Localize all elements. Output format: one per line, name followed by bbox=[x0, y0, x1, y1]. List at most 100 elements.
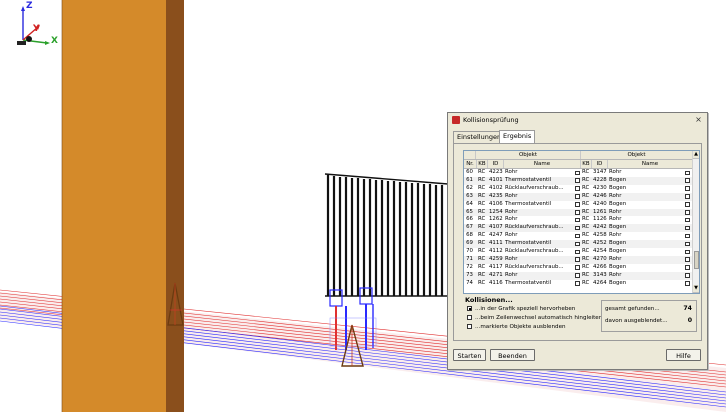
row-checkbox-right[interactable] bbox=[685, 273, 690, 278]
table-cell: RC bbox=[478, 200, 486, 207]
table-row[interactable]: 66 RC 1262 Rohr RC 1126 Rohr bbox=[464, 216, 693, 224]
row-checkbox-right[interactable] bbox=[685, 186, 690, 191]
table-row[interactable]: 71 RC 4259 Rohr RC 4270 Rohr bbox=[464, 255, 693, 264]
row-checkbox-left[interactable] bbox=[575, 249, 580, 254]
table-cell: Bogen bbox=[609, 224, 627, 231]
hidden-label: davon ausgeblendet... bbox=[605, 318, 668, 324]
checkbox-autoscroll[interactable] bbox=[467, 315, 472, 320]
table-row[interactable]: 72 RC 4117 Rücklaufverschraub... RC 4266 Bogen bbox=[464, 264, 693, 272]
row-checkbox-right[interactable] bbox=[685, 210, 690, 215]
table-cell: Rohr bbox=[609, 271, 622, 278]
column-header[interactable]: ID bbox=[592, 160, 608, 168]
row-checkbox-left[interactable] bbox=[575, 186, 580, 191]
results-grid[interactable]: Objekt Objekt Nr. KB ID Name KB ID Name 60 RC 42… bbox=[463, 150, 700, 294]
table-row[interactable]: 73 RC 4271 Rohr RC 3143 Rohr bbox=[464, 271, 693, 280]
table-row[interactable]: 67 RC 4107 Rücklaufverschraub... RC 4242 Bogen bbox=[464, 224, 693, 233]
table-row[interactable]: 64 RC 4106 Thermostatventil RC 4240 Bogen bbox=[464, 201, 693, 209]
row-checkbox-left[interactable] bbox=[575, 202, 580, 207]
row-checkbox-left[interactable] bbox=[575, 281, 580, 286]
table-row[interactable]: 61 RC 4101 Thermostatventil RC 4228 Bogen bbox=[464, 176, 693, 185]
row-checkbox-right[interactable] bbox=[685, 281, 690, 286]
row-checkbox-left[interactable] bbox=[575, 194, 580, 199]
table-cell: 3147 bbox=[593, 169, 607, 175]
row-checkbox-left[interactable] bbox=[575, 257, 580, 262]
option-hide-marked[interactable]: ...markierte Objekte ausblenden bbox=[467, 324, 566, 330]
table-cell: RC bbox=[582, 224, 590, 231]
row-checkbox-left[interactable] bbox=[575, 233, 580, 239]
grid-scrollbar[interactable]: ▲ ▼ bbox=[692, 151, 699, 293]
table-cell: 4271 bbox=[489, 271, 503, 278]
table-cell: RC bbox=[478, 255, 486, 262]
row-checkbox-right[interactable] bbox=[685, 233, 690, 239]
table-cell: 71 bbox=[466, 255, 473, 262]
row-checkbox-right[interactable] bbox=[685, 257, 690, 262]
table-cell: 69 bbox=[466, 240, 473, 247]
column-header[interactable]: KB bbox=[477, 160, 488, 168]
row-checkbox-right[interactable] bbox=[685, 241, 690, 247]
column-header[interactable]: KB bbox=[581, 160, 592, 168]
table-cell: RC bbox=[478, 271, 486, 278]
scroll-down-icon[interactable]: ▼ bbox=[693, 285, 699, 293]
start-button[interactable]: Starten bbox=[453, 349, 486, 361]
row-checkbox-right[interactable] bbox=[685, 225, 690, 231]
table-cell: Bogen bbox=[609, 176, 627, 183]
option-autoscroll[interactable]: ...beim Zeilenwechsel automatisch hingle… bbox=[467, 315, 602, 321]
row-checkbox-right[interactable] bbox=[685, 178, 690, 183]
table-cell: 4117 bbox=[489, 263, 503, 270]
collisions-group: Kollisionen... ...in der Grafik speziell… bbox=[463, 296, 697, 336]
row-checkbox-right[interactable] bbox=[685, 194, 690, 199]
table-row[interactable]: 62 RC 4102 Rücklaufverschraub... RC 4230 Bogen bbox=[464, 185, 693, 193]
grid-column-header: Nr. KB ID Name KB ID Name bbox=[464, 160, 693, 169]
table-cell: Thermostatventil bbox=[505, 279, 552, 286]
row-checkbox-left[interactable] bbox=[575, 217, 580, 223]
row-checkbox-left[interactable] bbox=[575, 178, 580, 183]
tab-ergebnis[interactable]: Ergebnis bbox=[499, 130, 536, 143]
table-cell: RC bbox=[582, 232, 590, 239]
column-header[interactable]: ID bbox=[488, 160, 504, 168]
table-cell: Bogen bbox=[609, 263, 627, 270]
table-cell: RC bbox=[582, 248, 590, 254]
row-checkbox-right[interactable] bbox=[685, 170, 690, 175]
row-checkbox-left[interactable] bbox=[575, 273, 580, 278]
table-cell: Rücklaufverschraub... bbox=[505, 184, 564, 191]
row-checkbox-left[interactable] bbox=[575, 265, 580, 270]
axis-x-label: X bbox=[51, 36, 58, 46]
table-row[interactable]: 63 RC 4235 Rohr RC 4246 Rohr bbox=[464, 192, 693, 201]
scroll-up-icon[interactable]: ▲ bbox=[693, 151, 699, 159]
table-cell: Bogen bbox=[609, 279, 627, 286]
column-header[interactable]: Name bbox=[608, 160, 693, 168]
row-checkbox-right[interactable] bbox=[685, 265, 690, 270]
tab-einstellungen[interactable]: Einstellungen bbox=[453, 131, 506, 143]
end-button[interactable]: Beenden bbox=[490, 349, 535, 361]
row-checkbox-right[interactable] bbox=[685, 249, 690, 254]
table-row[interactable]: 69 RC 4111 Thermostatventil RC 4252 Bogen bbox=[464, 240, 693, 248]
table-row[interactable]: 68 RC 4247 Rohr RC 4258 Rohr bbox=[464, 232, 693, 240]
table-cell: RC bbox=[582, 200, 590, 207]
table-cell: 4247 bbox=[489, 232, 503, 239]
table-cell: RC bbox=[582, 176, 590, 183]
help-button[interactable]: Hilfe bbox=[666, 349, 701, 361]
scroll-thumb[interactable] bbox=[693, 251, 699, 269]
option-highlight[interactable]: ...in der Grafik speziell hervorheben bbox=[467, 306, 575, 312]
column-header[interactable]: Nr. bbox=[464, 160, 477, 168]
table-row[interactable]: 65 RC 1254 Rohr RC 1261 Rohr bbox=[464, 208, 693, 217]
close-icon[interactable]: × bbox=[694, 115, 703, 124]
row-checkbox-left[interactable] bbox=[575, 225, 580, 231]
row-checkbox-left[interactable] bbox=[575, 210, 580, 215]
table-row[interactable]: 70 RC 4112 Rücklaufverschraub... RC 4254 Bogen bbox=[464, 248, 693, 256]
dialog-titlebar[interactable]: Kollisionsprüfung × bbox=[448, 113, 707, 127]
row-checkbox-left[interactable] bbox=[575, 170, 580, 175]
table-cell: 72 bbox=[466, 263, 473, 270]
table-cell: Thermostatventil bbox=[505, 240, 552, 247]
table-cell: 4252 bbox=[593, 240, 607, 247]
column-header[interactable]: Name bbox=[504, 160, 581, 168]
table-row[interactable]: 74 RC 4116 Thermostatventil RC 4264 Bogen bbox=[464, 280, 693, 288]
checkbox-hide-marked[interactable] bbox=[467, 324, 472, 329]
table-cell: Rohr bbox=[505, 255, 518, 262]
row-checkbox-right[interactable] bbox=[685, 217, 690, 223]
row-checkbox-right[interactable] bbox=[685, 202, 690, 207]
table-cell: RC bbox=[582, 255, 590, 262]
row-checkbox-left[interactable] bbox=[575, 241, 580, 247]
checkbox-highlight[interactable] bbox=[467, 306, 472, 311]
table-row[interactable]: 60 RC 4223 Rohr RC 3147 Rohr bbox=[464, 169, 693, 177]
